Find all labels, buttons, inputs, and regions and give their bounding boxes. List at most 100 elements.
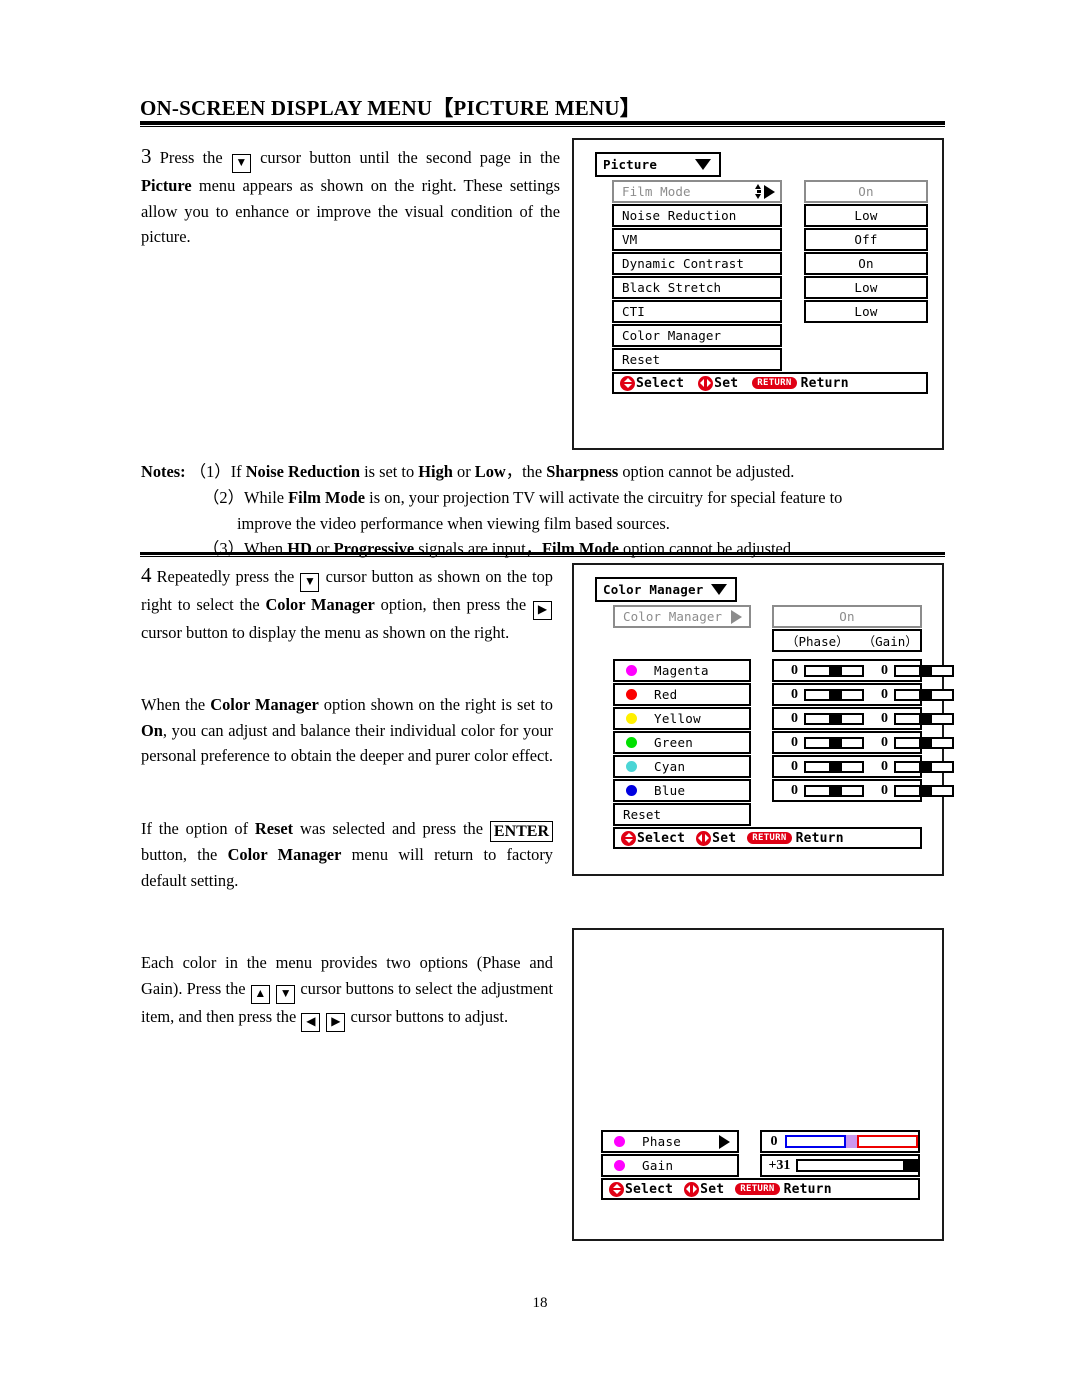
osd-gain-slider[interactable]: +31 <box>760 1154 920 1177</box>
gain-slider-green[interactable]: 0 <box>864 733 954 752</box>
gain-track[interactable] <box>894 688 954 701</box>
cursor-right-key-icon: ▶ <box>532 601 552 620</box>
phase-slider-red[interactable]: 0 <box>774 685 864 704</box>
cm-desc-b1: Color Manager <box>210 695 319 714</box>
osd-value-noise-reduction[interactable]: Low <box>804 204 928 227</box>
osd-value-black-stretch[interactable]: Low <box>804 276 928 299</box>
gain-slider-cyan[interactable]: 0 <box>864 757 954 776</box>
osd-row-film-mode[interactable]: Film Mode <box>612 180 782 203</box>
osd-value-label: On <box>858 184 874 199</box>
phase-track[interactable] <box>804 760 864 773</box>
phase-right-segment <box>857 1135 918 1148</box>
osd-value-cti[interactable]: Low <box>804 300 928 323</box>
osd-row-vm[interactable]: VM <box>612 228 782 251</box>
osd-value-color-manager-toggle[interactable]: On <box>772 605 922 628</box>
osd-sliders-blue[interactable]: 0 0 <box>772 779 954 802</box>
osd-sliders-cyan[interactable]: 0 0 <box>772 755 954 778</box>
osd-row-magenta[interactable]: Magenta <box>613 659 751 682</box>
help-return-label: Return <box>800 375 849 391</box>
osd-row-phase[interactable]: Phase <box>601 1130 739 1153</box>
phase-center-marker[interactable] <box>846 1135 857 1148</box>
return-badge-icon: RETURN <box>735 1182 780 1196</box>
set-leftright-icon <box>698 375 714 391</box>
osd-row-gain[interactable]: Gain <box>601 1154 739 1177</box>
help-set-label: Set <box>712 830 737 846</box>
color-name-label: Blue <box>654 783 686 798</box>
osd-row-noise-reduction[interactable]: Noise Reduction <box>612 204 782 227</box>
phase-slider-cyan[interactable]: 0 <box>774 757 864 776</box>
gain-knob[interactable] <box>903 1161 916 1170</box>
note-1-t8: option cannot be adjusted. <box>618 462 795 481</box>
gain-knob[interactable] <box>919 762 932 771</box>
cursor-up-key-icon: ▲ <box>250 984 270 1004</box>
note-item-2-line2: improve the video performance when viewi… <box>237 513 670 533</box>
phase-track[interactable] <box>804 736 864 749</box>
phase-track[interactable] <box>804 688 864 701</box>
osd-row-yellow[interactable]: Yellow <box>613 707 751 730</box>
gain-knob[interactable] <box>919 690 932 699</box>
osd-value-dynamic-contrast[interactable]: On <box>804 252 928 275</box>
osd-row-cyan[interactable]: Cyan <box>613 755 751 778</box>
gain-knob[interactable] <box>919 738 932 747</box>
osd-value-vm[interactable]: Off <box>804 228 928 251</box>
osd-picture-title[interactable]: Picture <box>595 152 721 177</box>
gain-slider-yellow[interactable]: 0 <box>864 709 954 728</box>
phase-knob[interactable] <box>829 738 842 747</box>
phase-track[interactable] <box>804 664 864 677</box>
gain-knob[interactable] <box>919 714 932 723</box>
osd-sliders-magenta[interactable]: 0 0 <box>772 659 954 682</box>
phase-track[interactable] <box>804 712 864 725</box>
gain-slider-blue[interactable]: 0 <box>864 781 954 800</box>
phase-slider-yellow[interactable]: 0 <box>774 709 864 728</box>
gain-slider-red[interactable]: 0 <box>864 685 954 704</box>
osd-row-black-stretch[interactable]: Black Stretch <box>612 276 782 299</box>
phase-slider-magenta[interactable]: 0 <box>774 661 864 680</box>
gain-slider-magenta[interactable]: 0 <box>864 661 954 680</box>
osd-row-label: Reset <box>622 352 661 367</box>
phase-knob[interactable] <box>829 666 842 675</box>
osd-sliders-yellow[interactable]: 0 0 <box>772 707 954 730</box>
cursor-down-key-icon: ▼ <box>231 154 251 173</box>
osd-row-reset[interactable]: Reset <box>612 348 782 371</box>
notes-divider <box>140 552 945 557</box>
osd-value-film-mode[interactable]: On <box>804 180 928 203</box>
phase-slider-green[interactable]: 0 <box>774 733 864 752</box>
osd-phase-slider[interactable]: 0 <box>760 1130 920 1153</box>
phase-knob[interactable] <box>829 762 842 771</box>
gain-track[interactable] <box>894 712 954 725</box>
gain-track[interactable] <box>894 736 954 749</box>
step-3-text-a: Press the <box>159 148 223 167</box>
osd-row-color-manager[interactable]: Color Manager <box>612 324 782 347</box>
osd-color-manager-title[interactable]: Color Manager <box>595 577 737 602</box>
osd-color-manager-panel: Color Manager Color Manager On （Phase） （… <box>572 563 954 876</box>
osd-row-reset[interactable]: Reset <box>613 803 751 826</box>
gain-track[interactable] <box>894 784 954 797</box>
note-1-t4: or <box>452 462 475 481</box>
phase-track[interactable] <box>804 784 864 797</box>
gain-knob[interactable] <box>919 786 932 795</box>
phase-slider-blue[interactable]: 0 <box>774 781 864 800</box>
set-leftright-icon <box>684 1181 700 1197</box>
osd-sliders-red[interactable]: 0 0 <box>772 683 954 706</box>
osd-row-dynamic-contrast[interactable]: Dynamic Contrast <box>612 252 782 275</box>
gain-track[interactable] <box>894 664 954 677</box>
osd-row-green[interactable]: Green <box>613 731 751 754</box>
phase-knob[interactable] <box>829 714 842 723</box>
help-set-label: Set <box>700 1181 725 1197</box>
osd-row-cti[interactable]: CTI <box>612 300 782 323</box>
osd-row-blue[interactable]: Blue <box>613 779 751 802</box>
phase-knob[interactable] <box>829 786 842 795</box>
note-2-t2: is on, your projection TV will activate … <box>365 487 843 507</box>
osd-row-red[interactable]: Red <box>613 683 751 706</box>
gain-linear-track[interactable] <box>795 1159 918 1172</box>
phase-knob[interactable] <box>829 690 842 699</box>
osd-sliders-green[interactable]: 0 0 <box>772 731 954 754</box>
step-3-text-b: cursor button until the second page in t… <box>260 148 560 167</box>
osd-help-bar: Select Set RETURN Return <box>601 1178 920 1200</box>
osd-row-color-manager-toggle[interactable]: Color Manager <box>613 605 751 628</box>
phase-bipolar-track[interactable] <box>785 1135 918 1148</box>
note-1-b5: Low <box>474 462 506 481</box>
gain-track[interactable] <box>894 760 954 773</box>
yellow-swatch-icon <box>626 713 637 724</box>
gain-knob[interactable] <box>919 666 932 675</box>
